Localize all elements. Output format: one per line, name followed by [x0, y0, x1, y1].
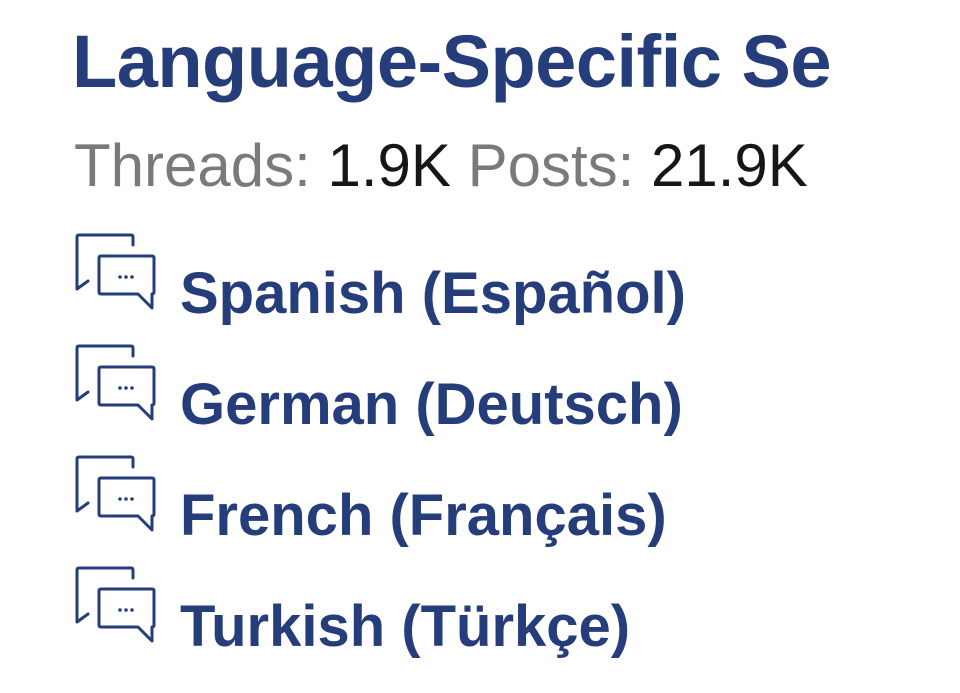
forum-title-link[interactable]: Language-Specific Se [72, 18, 831, 106]
forum-block: Language-Specific Se Threads: 1.9K Posts… [0, 0, 960, 693]
threads-label: Threads: [74, 132, 311, 199]
subforum-chat-icon [75, 455, 156, 532]
subforum-chat-icon [75, 566, 156, 643]
posts-count: 21.9K [650, 132, 808, 199]
subforum-chat-icon [75, 344, 156, 421]
subforum-link-spanish[interactable]: Spanish (Español) [180, 258, 686, 330]
subforum-chat-icon [75, 233, 156, 310]
subforum-link-french[interactable]: French (Français) [180, 480, 667, 552]
threads-count: 1.9K [327, 132, 451, 199]
subforum-link-turkish[interactable]: Turkish (Türkçe) [180, 591, 630, 663]
subforum-link-german[interactable]: German (Deutsch) [180, 369, 683, 441]
forum-stats: Threads: 1.9K Posts: 21.9K [74, 128, 808, 204]
posts-label: Posts: [467, 132, 635, 199]
